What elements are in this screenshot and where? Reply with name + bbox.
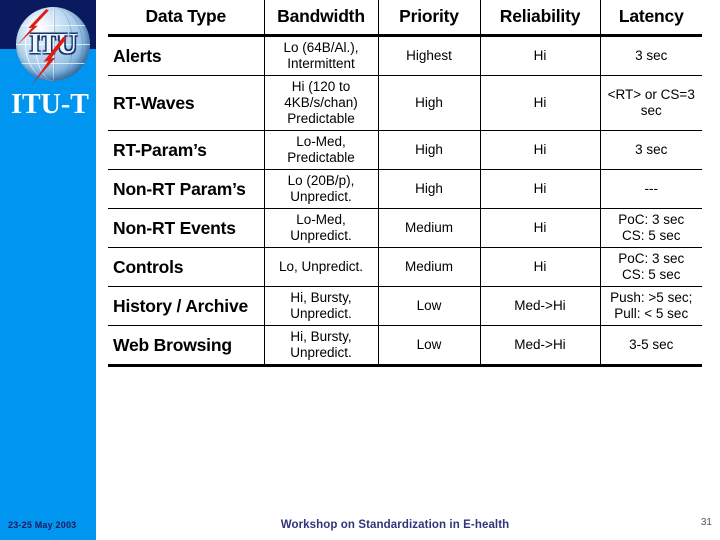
- cell-data-type: Non-RT Events: [108, 208, 264, 248]
- cell-latency: 3 sec: [599, 130, 702, 170]
- itu-t-brand-label: ITU-T: [11, 89, 89, 120]
- cell-data-type: History / Archive: [108, 286, 264, 326]
- itu-globe-lightning-logo: ITU: [12, 3, 94, 85]
- cell-bandwidth: Lo, Unpredict.: [263, 247, 378, 287]
- cell-priority: High: [377, 169, 480, 209]
- cell-priority: Medium: [377, 247, 480, 287]
- cell-bandwidth: Hi (120 to 4KB/s/chan) Predictable: [263, 75, 378, 131]
- data-requirements-table-container: Data Type Bandwidth Priority Reliability…: [108, 0, 702, 367]
- cell-priority: High: [377, 75, 480, 131]
- cell-data-type: Alerts: [108, 35, 264, 76]
- column-header-reliability: Reliability: [479, 0, 600, 37]
- cell-data-type: Controls: [108, 247, 264, 287]
- cell-reliability: Hi: [479, 208, 600, 248]
- cell-priority: High: [377, 130, 480, 170]
- cell-bandwidth: Lo-Med, Predictable: [263, 130, 378, 170]
- globe-icon: ITU: [16, 7, 90, 81]
- table-row: Non-RT Events Lo-Med, Unpredict. Medium Hi P…: [108, 208, 702, 248]
- cell-latency: Push: >5 sec; Pull: < 5 sec: [599, 286, 702, 326]
- cell-reliability: Hi: [479, 247, 600, 287]
- cell-reliability: Med->Hi: [479, 286, 600, 326]
- cell-bandwidth: Lo-Med, Unpredict.: [263, 208, 378, 248]
- cell-data-type: Web Browsing: [108, 325, 264, 367]
- table-header-row: Data Type Bandwidth Priority Reliability…: [108, 0, 702, 37]
- cell-bandwidth: Hi, Bursty, Unpredict.: [263, 286, 378, 326]
- table-row: Alerts Lo (64B/Al.), Intermittent Highest H…: [108, 35, 702, 76]
- data-requirements-table: Data Type Bandwidth Priority Reliability…: [108, 0, 702, 367]
- cell-reliability: Hi: [479, 75, 600, 131]
- cell-priority: Low: [377, 325, 480, 367]
- column-header-data-type: Data Type: [108, 0, 264, 37]
- cell-priority: Medium: [377, 208, 480, 248]
- table-row: Controls Lo, Unpredict. Medium Hi PoC: 3 sec…: [108, 247, 702, 287]
- cell-bandwidth: Lo (20B/p), Unpredict.: [263, 169, 378, 209]
- cell-priority: Highest: [377, 35, 480, 76]
- table-row: History / Archive Hi, Bursty, Unpredict. L…: [108, 286, 702, 326]
- cell-bandwidth: Hi, Bursty, Unpredict.: [263, 325, 378, 367]
- slide-page-number: 31: [700, 517, 712, 528]
- table-body: Alerts Lo (64B/Al.), Intermittent Highest H…: [108, 35, 702, 367]
- column-header-latency: Latency: [599, 0, 702, 37]
- cell-latency: 3-5 sec: [599, 325, 702, 367]
- cell-data-type: RT-Param’s: [108, 130, 264, 170]
- cell-latency: ---: [599, 169, 702, 209]
- cell-priority: Low: [377, 286, 480, 326]
- table-row: Non-RT Param’s Lo (20B/p), Unpredict. High…: [108, 169, 702, 209]
- workshop-footer-title: Workshop on Standardization in E-health: [280, 519, 510, 531]
- table-row: Web Browsing Hi, Bursty, Unpredict. Low Med…: [108, 325, 702, 367]
- cell-bandwidth: Lo (64B/Al.), Intermittent: [263, 35, 378, 76]
- cell-latency: <RT> or CS=3 sec: [599, 75, 702, 131]
- sidebar: ITU ITU-T 23-25 May 2003: [0, 0, 96, 540]
- table-row: RT-Param’s Lo-Med, Predictable High Hi 3 sec: [108, 130, 702, 170]
- cell-data-type: RT-Waves: [108, 75, 264, 131]
- column-header-bandwidth: Bandwidth: [263, 0, 378, 37]
- column-header-priority: Priority: [377, 0, 480, 37]
- cell-data-type: Non-RT Param’s: [108, 169, 264, 209]
- cell-latency: PoC: 3 sec CS: 5 sec: [599, 208, 702, 248]
- cell-reliability: Hi: [479, 169, 600, 209]
- event-date-label: 23-25 May 2003: [8, 520, 77, 530]
- table-row: RT-Waves Hi (120 to 4KB/s/chan) Predictab…: [108, 75, 702, 131]
- cell-reliability: Med->Hi: [479, 325, 600, 367]
- cell-latency: PoC: 3 sec CS: 5 sec: [599, 247, 702, 287]
- cell-reliability: Hi: [479, 35, 600, 76]
- cell-latency: 3 sec: [599, 35, 702, 76]
- cell-reliability: Hi: [479, 130, 600, 170]
